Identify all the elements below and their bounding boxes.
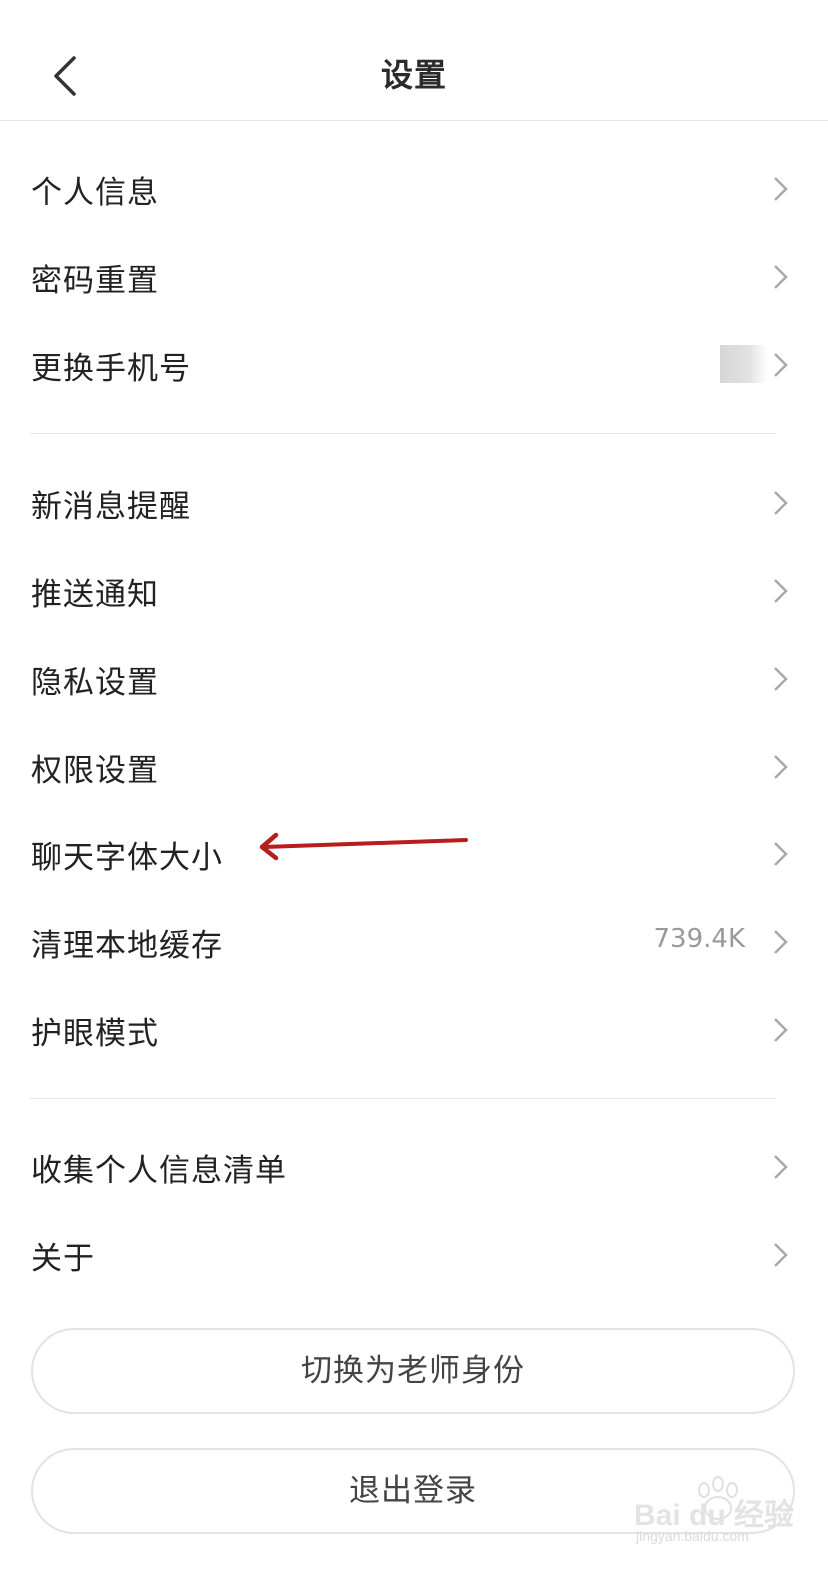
settings-item-label: 密码重置 [31, 263, 159, 299]
settings-item-label: 新消息提醒 [31, 489, 191, 525]
settings-item-label: 推送通知 [31, 577, 159, 613]
navigation-bar: 设置 [0, 0, 828, 121]
settings-item-password-reset[interactable]: 密码重置 [0, 233, 828, 321]
group-divider [30, 433, 776, 434]
settings-item-label: 更换手机号 [31, 351, 191, 387]
baidu-jingyan-watermark: Bai du 经验 jingyan.baidu.com [632, 1476, 794, 1556]
settings-item-privacy[interactable]: 隐私设置 [0, 635, 828, 723]
chevron-right-icon [774, 930, 788, 954]
annotation-arrow [259, 832, 468, 861]
chevron-right-icon [774, 579, 788, 603]
settings-item-eye-care[interactable]: 护眼模式 [0, 986, 828, 1074]
cache-size-value: 739.4K [653, 924, 745, 954]
watermark-url: jingyan.baidu.com [636, 1528, 749, 1544]
settings-item-label: 个人信息 [31, 175, 159, 211]
settings-item-label: 护眼模式 [31, 1016, 159, 1052]
chevron-right-icon [774, 667, 788, 691]
chevron-right-icon [774, 755, 788, 779]
chevron-right-icon [774, 1155, 788, 1179]
chevron-right-icon [774, 265, 788, 289]
chevron-right-icon [774, 1243, 788, 1267]
chevron-right-icon [774, 353, 788, 377]
settings-item-label: 聊天字体大小 [31, 840, 223, 876]
switch-to-teacher-button[interactable]: 切换为老师身份 [31, 1328, 795, 1414]
settings-item-permissions[interactable]: 权限设置 [0, 723, 828, 811]
settings-item-label: 收集个人信息清单 [31, 1153, 287, 1189]
settings-item-label: 清理本地缓存 [31, 928, 223, 964]
settings-item-label: 权限设置 [31, 753, 159, 789]
page-title: 设置 [380, 56, 447, 94]
settings-item-about[interactable]: 关于 [0, 1211, 828, 1299]
chevron-right-icon [774, 177, 788, 201]
settings-item-change-phone[interactable]: 更换手机号 [0, 321, 828, 409]
group-divider [30, 1098, 776, 1099]
chevron-right-icon [774, 491, 788, 515]
settings-item-label: 隐私设置 [31, 665, 159, 701]
chevron-right-icon [774, 1018, 788, 1042]
settings-item-push-notification[interactable]: 推送通知 [0, 547, 828, 635]
chevron-right-icon [774, 842, 788, 866]
settings-item-label: 关于 [31, 1241, 95, 1277]
settings-item-personal-info-list[interactable]: 收集个人信息清单 [0, 1123, 828, 1211]
settings-item-clear-cache[interactable]: 清理本地缓存 739.4K [0, 898, 828, 986]
redacted-phone-value [720, 345, 768, 383]
settings-item-personal-info[interactable]: 个人信息 [0, 145, 828, 233]
settings-item-new-message-alert[interactable]: 新消息提醒 [0, 459, 828, 547]
